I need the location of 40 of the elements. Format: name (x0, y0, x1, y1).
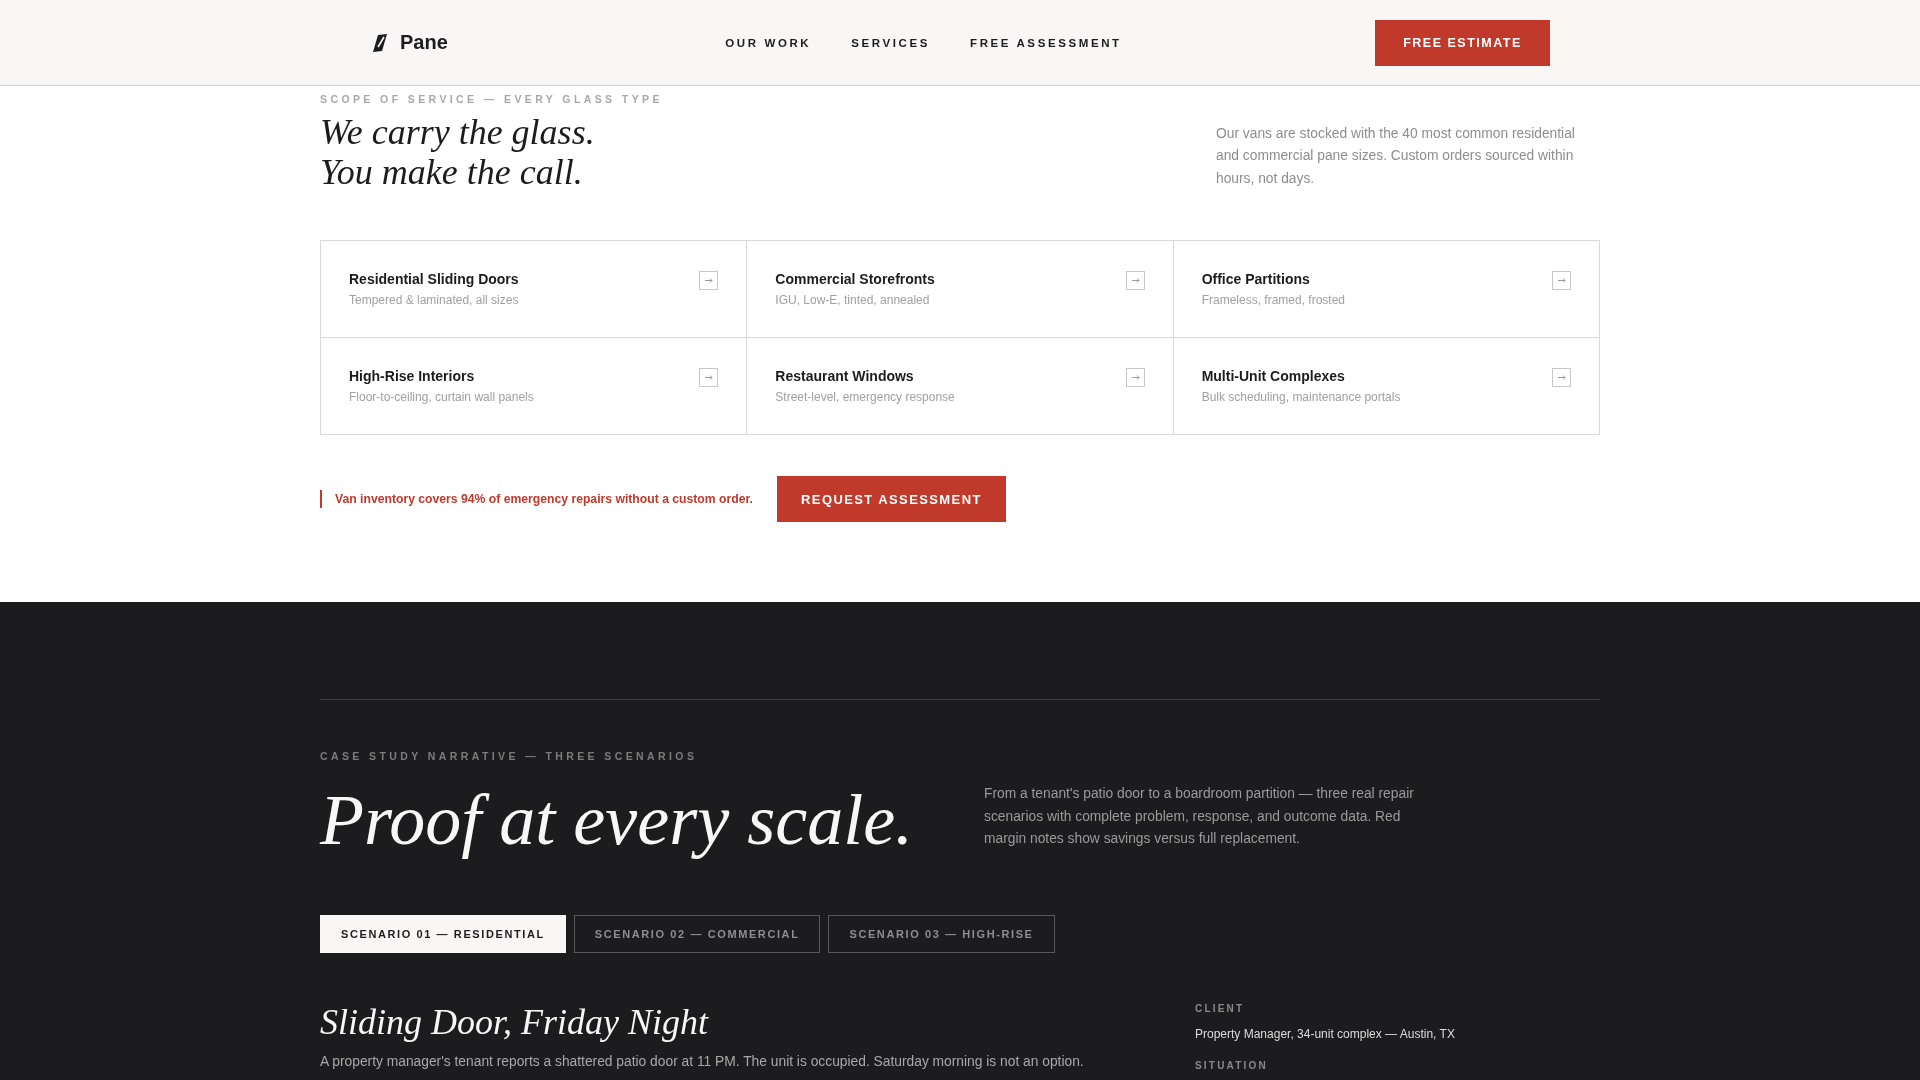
section-intro: From a tenant's patio door to a boardroom partition — three real repair scenarios with complete problem, response, and outcome data. Red margin notes show savings versus full replacement. (984, 785, 1415, 848)
service-card[interactable]: Commercial Storefronts IGU, Low-E, tinted, annealed (747, 241, 1174, 338)
nav-link[interactable]: OUR WORK (725, 36, 812, 49)
nav-link[interactable]: SERVICES (851, 36, 930, 49)
service-card[interactable]: Restaurant Windows Street-level, emergency response (747, 338, 1174, 435)
service-detail: Bulk scheduling, maintenance portals (1201, 389, 1401, 405)
service-title: Multi-Unit Complexes (1201, 367, 1346, 385)
service-detail: Street-level, emergency response (775, 389, 955, 405)
request-assessment-button[interactable]: REQUEST ASSESSMENT (776, 476, 1006, 522)
fact-label: CLIENT (1195, 1002, 1246, 1016)
service-title: High-Rise Interiors (349, 367, 476, 385)
service-detail: IGU, Low-E, tinted, annealed (775, 292, 931, 308)
service-title: Residential Sliding Doors (349, 270, 519, 288)
scenario-tab[interactable]: SCENARIO 03 — HIGH-RISE (828, 915, 1055, 953)
service-detail: Tempered & laminated, all sizes (349, 292, 519, 308)
fact-label: SITUATION (1195, 1059, 1269, 1073)
section-eyebrow: CASE STUDY NARRATIVE — THREE SCENARIOS (320, 749, 699, 763)
logo-wordmark[interactable]: Pane (400, 31, 448, 54)
scenario-title: Sliding Door, Friday Night (320, 1001, 710, 1044)
section-eyebrow: SCOPE OF SERVICE — EVERY GLASS TYPE (320, 92, 664, 106)
service-title: Commercial Storefronts (775, 270, 935, 288)
service-title: Office Partitions (1201, 270, 1311, 288)
nav-link[interactable]: FREE ASSESSMENT (970, 36, 1122, 49)
service-title: Restaurant Windows (775, 367, 915, 385)
service-detail: Frameless, framed, frosted (1201, 292, 1346, 308)
service-detail: Floor-to-ceiling, curtain wall panels (349, 389, 534, 405)
section-intro: Our vans are stocked with the 40 most common residential and commercial pane sizes. Custom orders sourced within hours, not days. (1216, 124, 1576, 188)
glass-shard-icon (372, 33, 388, 52)
fact-value: Property Manager, 34-unit complex — Austin, TX (1195, 1026, 1456, 1042)
section-heading: We carry the glass. You make the call. (320, 112, 595, 192)
service-card[interactable]: High-Rise Interiors Floor-to-ceiling, curtain wall panels (321, 338, 748, 435)
free-estimate-button[interactable]: FREE ESTIMATE (1375, 19, 1550, 66)
scenario-tab[interactable]: SCENARIO 01 — RESIDENTIAL (320, 915, 566, 953)
inventory-note: Van inventory covers 94% of emergency repairs without a custom order. (320, 490, 753, 508)
scenario-summary: A property manager's tenant reports a shattered patio door at 11 PM. The unit is occupied. Saturday morning is not an option. (320, 1053, 1084, 1071)
scenario-tab[interactable]: SCENARIO 02 — COMMERCIAL (573, 915, 821, 953)
service-card[interactable]: Residential Sliding Doors Tempered & laminated, all sizes (321, 241, 748, 338)
section-heading: Proof at every scale. (320, 780, 915, 860)
service-card[interactable]: Multi-Unit Complexes Bulk scheduling, maintenance portals (1173, 338, 1600, 435)
service-card[interactable]: Office Partitions Frameless, framed, frosted (1173, 241, 1600, 338)
